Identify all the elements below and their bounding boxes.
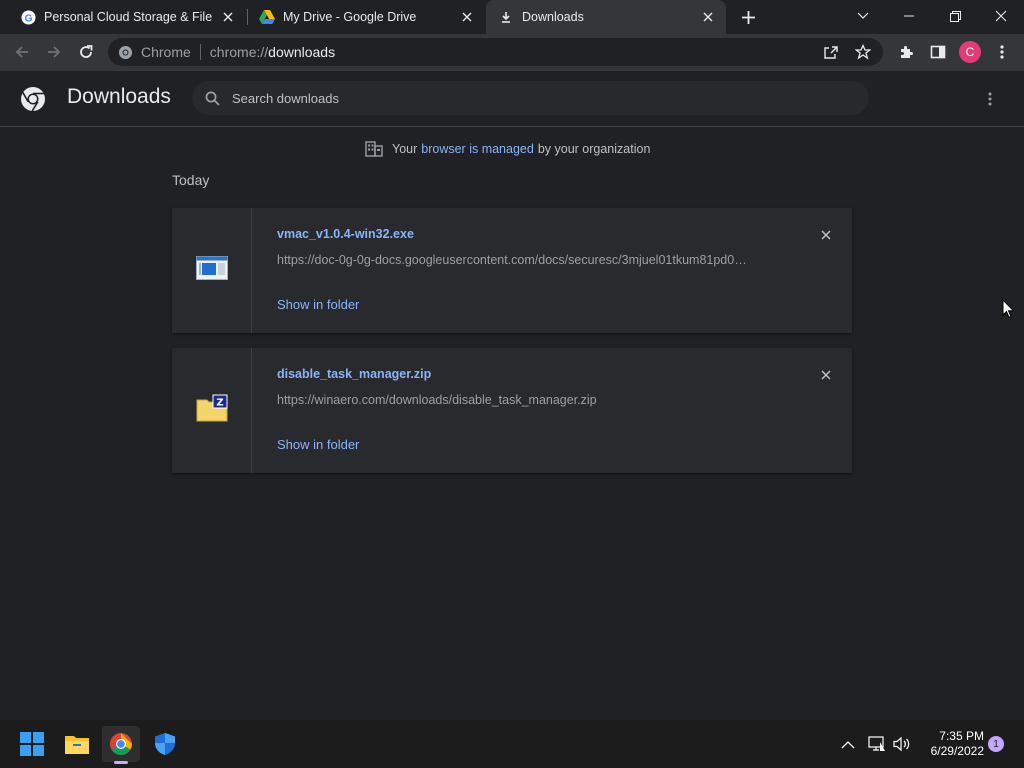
tab-title: Downloads xyxy=(522,10,584,24)
arrow-right-icon xyxy=(48,46,61,58)
volume-icon[interactable] xyxy=(893,736,911,757)
reload-button[interactable] xyxy=(72,38,100,66)
minimize-icon xyxy=(904,15,914,17)
download-item: vmac_v1.0.4-win32.exe https://doc-0g-0g-… xyxy=(172,208,852,333)
restore-button[interactable] xyxy=(932,0,978,32)
windows-security-button[interactable] xyxy=(146,726,184,762)
tab-downloads[interactable]: Downloads xyxy=(486,0,726,34)
puzzle-icon xyxy=(901,46,913,58)
show-in-folder-link[interactable]: Show in folder xyxy=(277,437,359,452)
tab-strip: G Personal Cloud Storage & File Sh My Dr… xyxy=(0,0,1024,34)
omnibox-divider xyxy=(199,44,201,60)
windows-security-icon xyxy=(155,733,175,755)
download-filename-link[interactable]: vmac_v1.0.4-win32.exe xyxy=(277,227,414,241)
downloads-toolbar: Downloads xyxy=(0,71,1024,127)
url-host: downloads xyxy=(268,44,336,60)
bookmark-star-icon[interactable] xyxy=(854,43,872,61)
chevron-up-icon xyxy=(841,741,855,749)
back-button[interactable] xyxy=(8,38,36,66)
close-tab-icon[interactable] xyxy=(457,7,477,27)
date-header: Today xyxy=(172,172,210,188)
omnibox-chip-label: Chrome xyxy=(141,44,191,60)
chrome-taskbar-button[interactable] xyxy=(102,726,140,762)
download-source-url[interactable]: https://winaero.com/downloads/disable_ta… xyxy=(277,393,782,407)
windows-taskbar: 7:35 PM 6/29/2022 xyxy=(0,720,1024,768)
close-tab-icon[interactable] xyxy=(698,7,718,27)
zip-file-icon: Z xyxy=(196,394,228,427)
svg-text:Z: Z xyxy=(216,398,223,409)
managed-notice: Your browser is managed by your organiza… xyxy=(365,140,650,158)
side-panel-icon xyxy=(930,45,946,59)
forward-button[interactable] xyxy=(40,38,68,66)
file-explorer-icon xyxy=(65,736,89,754)
windows-start-icon xyxy=(20,732,44,756)
chevron-down-icon xyxy=(857,12,869,19)
kebab-menu-icon xyxy=(1000,45,1004,59)
search-downloads-input[interactable] xyxy=(232,90,832,106)
url-scheme: chrome:// xyxy=(209,44,269,60)
building-icon xyxy=(365,141,383,157)
search-downloads-field[interactable] xyxy=(192,81,869,115)
clock-date: 6/29/2022 xyxy=(930,744,984,758)
tab-my-drive[interactable]: My Drive - Google Drive xyxy=(247,0,485,34)
start-button[interactable] xyxy=(13,726,51,762)
chrome-logo-icon xyxy=(118,45,133,60)
search-icon xyxy=(205,91,220,106)
active-app-indicator xyxy=(114,761,128,764)
managed-text-before: Your xyxy=(392,142,418,156)
network-icon[interactable] xyxy=(868,736,886,757)
kebab-menu-icon xyxy=(988,92,992,106)
close-icon xyxy=(821,230,831,240)
reload-icon xyxy=(80,45,93,58)
taskbar-clock[interactable]: 7:35 PM 6/29/2022 xyxy=(918,729,984,759)
page-title: Downloads xyxy=(67,85,171,108)
download-file-icon-area: Z xyxy=(172,348,252,473)
remove-download-button[interactable] xyxy=(815,224,837,246)
address-bar[interactable]: Chrome chrome:// downloads xyxy=(108,38,883,66)
exe-file-icon xyxy=(195,256,228,285)
download-filename-link[interactable]: disable_task_manager.zip xyxy=(277,367,431,381)
download-icon xyxy=(498,9,514,25)
download-file-icon-area xyxy=(172,208,252,333)
notification-badge[interactable]: 1 xyxy=(988,736,1004,752)
more-actions-button[interactable] xyxy=(981,90,999,108)
extensions-button[interactable] xyxy=(892,38,920,66)
show-hidden-icons-button[interactable] xyxy=(841,737,855,755)
browser-managed-link[interactable]: browser is managed xyxy=(421,142,534,156)
tab-personal-cloud-storage[interactable]: G Personal Cloud Storage & File Sh xyxy=(8,0,246,34)
close-tab-icon[interactable] xyxy=(218,7,238,27)
download-item: Z disable_task_manager.zip https://winae… xyxy=(172,348,852,473)
close-window-button[interactable] xyxy=(978,0,1024,32)
svg-text:G: G xyxy=(24,13,32,24)
browser-toolbar: Chrome chrome:// downloads xyxy=(0,34,1024,71)
chrome-logo-icon xyxy=(20,86,46,117)
arrow-left-icon xyxy=(15,46,28,58)
tab-title: Personal Cloud Storage & File Sh xyxy=(44,10,212,24)
tab-title: My Drive - Google Drive xyxy=(283,10,417,24)
side-panel-button[interactable] xyxy=(924,38,952,66)
close-icon xyxy=(821,370,831,380)
minimize-button[interactable] xyxy=(886,0,932,32)
clock-time: 7:35 PM xyxy=(939,729,984,743)
plus-icon xyxy=(741,10,755,24)
profile-avatar[interactable]: C xyxy=(959,41,981,63)
remove-download-button[interactable] xyxy=(815,364,837,386)
google-g-icon: G xyxy=(20,9,36,25)
download-source-url[interactable]: https://doc-0g-0g-docs.googleusercontent… xyxy=(277,253,782,267)
chrome-icon xyxy=(110,733,132,755)
close-icon xyxy=(995,10,1007,22)
show-in-folder-link[interactable]: Show in folder xyxy=(277,297,359,312)
managed-text-after: by your organization xyxy=(537,142,651,156)
mouse-cursor-icon xyxy=(1002,298,1015,324)
avatar-initial: C xyxy=(965,45,975,59)
restore-icon xyxy=(949,10,961,22)
share-icon[interactable] xyxy=(822,43,840,61)
tab-search-button[interactable] xyxy=(840,0,886,32)
new-tab-button[interactable] xyxy=(736,5,760,29)
file-explorer-button[interactable] xyxy=(58,726,96,762)
google-drive-icon xyxy=(259,9,275,25)
chrome-menu-button[interactable] xyxy=(988,38,1016,66)
